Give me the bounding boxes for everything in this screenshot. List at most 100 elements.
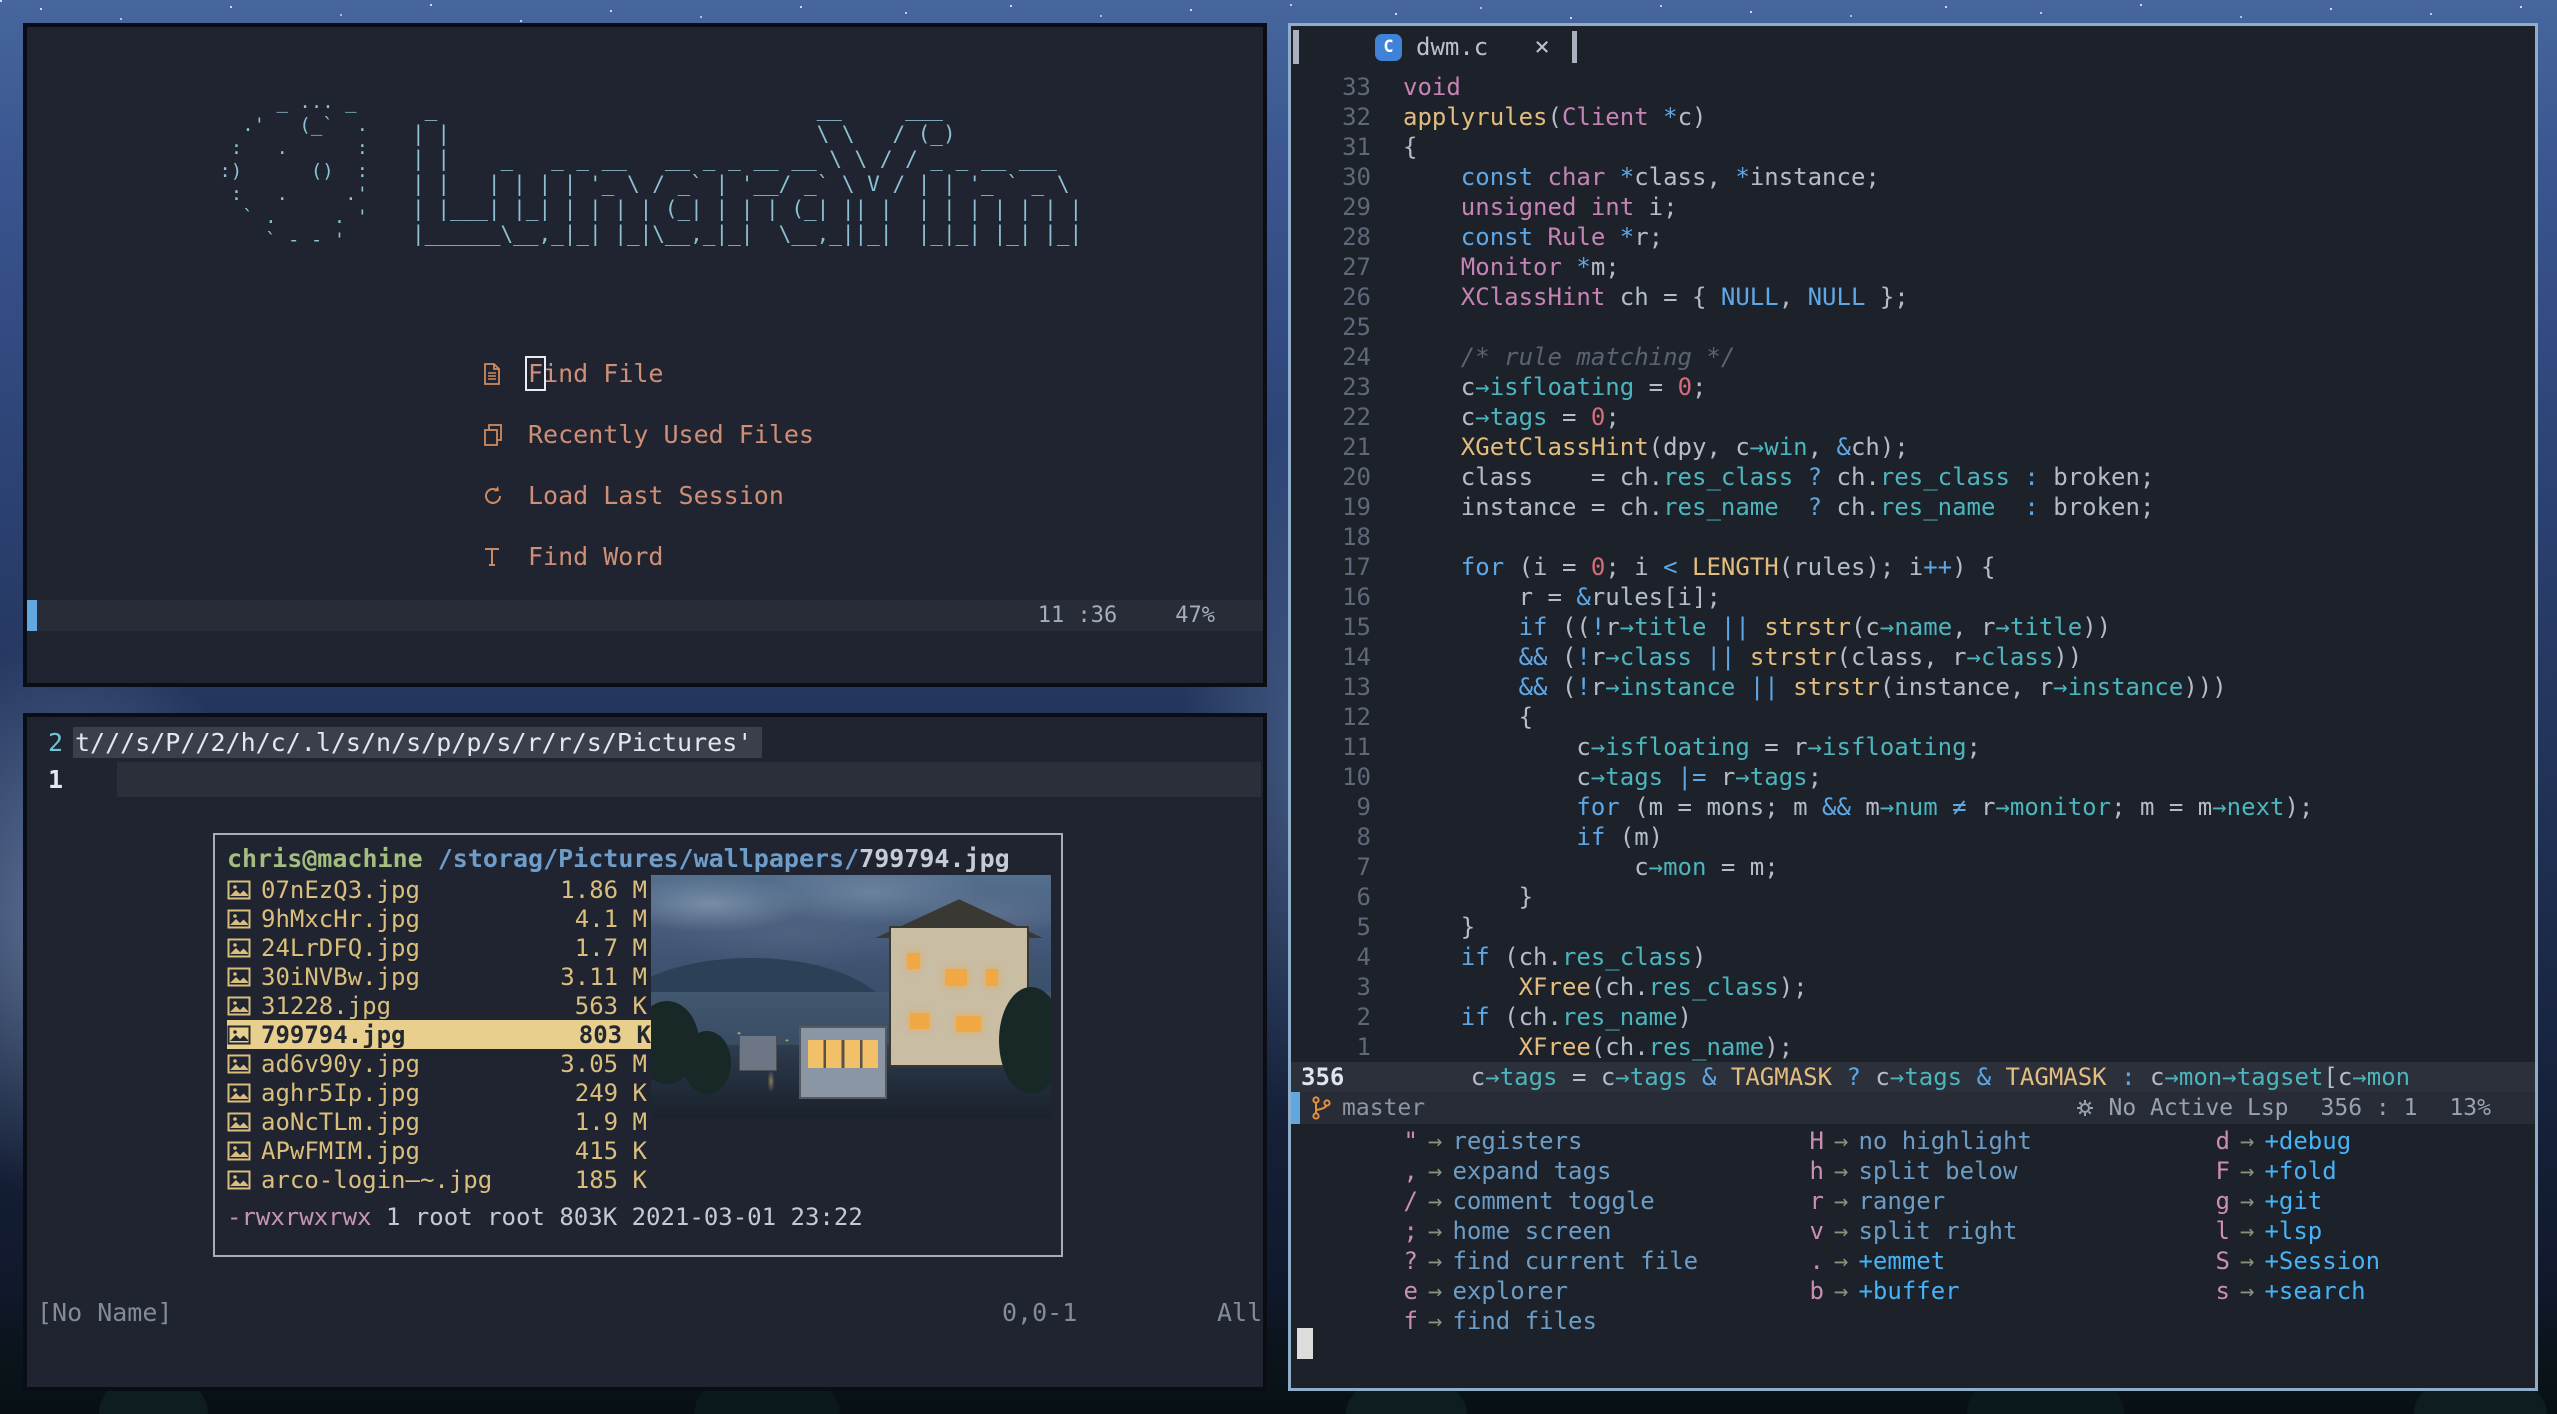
key: ? — [1403, 1247, 1418, 1275]
file-row-selected[interactable]: 799794.jpg 803 K — [227, 1020, 651, 1049]
code-line[interactable]: 9 for (m = mons; m && m→num ≠ r→monitor;… — [1291, 792, 2535, 822]
file-size: 3.11 M — [560, 962, 647, 991]
file-row[interactable]: 30iNVBw.jpg 3.11 M — [227, 962, 647, 991]
arrow-icon: → — [1428, 1157, 1443, 1185]
buffer-line[interactable]: 1 — [27, 762, 1263, 797]
line-number: 21 — [1342, 433, 1371, 461]
file-row[interactable]: 9hMxcHr.jpg 4.1 M — [227, 904, 647, 933]
file-row[interactable]: 31228.jpg 563 K — [227, 991, 647, 1020]
code-line[interactable]: 15 if ((!r→title || strstr(c→name, r→tit… — [1291, 612, 2535, 642]
picture-file-icon — [227, 1083, 261, 1103]
code-line[interactable]: 1 XFree(ch.res_name); — [1291, 1032, 2535, 1062]
code-line[interactable]: 10 c→tags |= r→tags; — [1291, 762, 2535, 792]
code-line[interactable]: 31 { — [1291, 132, 2535, 162]
arrow-icon: → — [1428, 1187, 1443, 1215]
code-line[interactable]: 11 c→isfloating = r→isfloating; — [1291, 732, 2535, 762]
code-line[interactable]: 26 XClassHint ch = { NULL, NULL }; — [1291, 282, 2535, 312]
directory-path: /storag/Pictures/wallpapers/ — [422, 843, 860, 873]
code-text: XClassHint ch = { NULL, NULL }; — [1460, 283, 1909, 311]
code-line[interactable]: 8 if (m) — [1291, 822, 2535, 852]
code-line[interactable]: 12 { — [1291, 702, 2535, 732]
file-row[interactable]: 24LrDFQ.jpg 1.7 M — [227, 933, 647, 962]
code-line[interactable]: 19 instance = ch.res_name ? ch.res_name … — [1291, 492, 2535, 522]
code-text: c→isfloating = r→isfloating; — [1403, 733, 1981, 761]
menu-item-load-last-session[interactable]: Load Last Session — [482, 465, 814, 526]
code-line[interactable]: 6 } — [1291, 882, 2535, 912]
lunarvim-ascii-art: _ __ ___ | | \ \ / (_) | | _ _ _ __ __ _… — [412, 96, 1083, 246]
code-line[interactable]: 28 const Rule *r; — [1291, 222, 2535, 252]
binding-label: no highlight — [1858, 1127, 2032, 1155]
menu-item-find-word[interactable]: Find Word — [482, 526, 814, 587]
file-row[interactable]: arco-login—~.jpg 185 K — [227, 1165, 647, 1194]
which-key-binding: , → expand tags — [1403, 1156, 1698, 1186]
line-number: 20 — [1342, 463, 1371, 491]
code-line[interactable]: 20 class = ch.res_class ? ch.res_class :… — [1291, 462, 2535, 492]
menu-item-recently-used-files[interactable]: Recently Used Files — [482, 404, 814, 465]
key: " — [1403, 1127, 1418, 1155]
which-key-binding: H → no highlight — [1809, 1126, 2032, 1156]
which-key-column: H → no highlight h → split below r → ranger v → spl… — [1809, 1126, 2032, 1306]
file-details: 1 root root 803K 2021-03-01 23:22 — [371, 1203, 863, 1231]
code-text: for (m = mons; m && m→num ≠ r→monitor; m… — [1576, 793, 2314, 821]
preview-cable-car — [799, 1025, 887, 1099]
preview-cable-car-far — [739, 1035, 777, 1072]
line-number: 29 — [1342, 193, 1371, 221]
file-name: aoNcTLm.jpg — [261, 1107, 420, 1136]
line-number: 2 — [1356, 1003, 1371, 1031]
picture-file-icon — [227, 1054, 261, 1074]
code-line[interactable]: 33 void — [1291, 72, 2535, 102]
tab-bar: C dwm.c × — [1291, 26, 2535, 68]
code-line[interactable]: 23 c→isfloating = 0; — [1291, 372, 2535, 402]
code-line[interactable]: 21 XGetClassHint(dpy, c→win, &ch); — [1291, 432, 2535, 462]
buffer-line[interactable]: 2 t///s/P//2/h/c/.l/s/n/s/p/p/s/r/r/s/Pi… — [27, 725, 763, 760]
code-line[interactable]: 30 const char *class, *instance; — [1291, 162, 2535, 192]
which-key-column: " → registers, → expand tags / → comment toggle… — [1403, 1126, 1699, 1336]
key: h — [1809, 1157, 1824, 1185]
code-line[interactable]: 14 && (!r→class || strstr(class, r→class… — [1291, 642, 2535, 672]
code-line[interactable]: 3 XFree(ch.res_class); — [1291, 972, 2535, 1002]
line-number: 6 — [1356, 883, 1371, 911]
code-text: } — [1403, 913, 1476, 941]
binding-label: comment toggle — [1452, 1187, 1655, 1215]
code-text: if ((!r→title || strstr(c→name, r→title)… — [1518, 613, 2112, 641]
code-line[interactable]: 18 — [1291, 522, 2535, 552]
close-icon[interactable]: × — [1534, 32, 1550, 62]
code-line[interactable]: 27 Monitor *m; — [1291, 252, 2535, 282]
file-row[interactable]: aghr5Ip.jpg 249 K — [227, 1078, 647, 1107]
file-name: 9hMxcHr.jpg — [261, 904, 420, 933]
code-line-current[interactable]: 356 c→tags = c→tags & TAGMASK ? c→tags &… — [1291, 1062, 2535, 1092]
code-line[interactable]: 5 } — [1291, 912, 2535, 942]
start-statusbar: 11 :36 47% — [27, 600, 1263, 631]
code-line[interactable]: 2 if (ch.res_name) — [1291, 1002, 2535, 1032]
file-row[interactable]: ad6v90y.jpg 3.05 M — [227, 1049, 647, 1078]
line-number: 14 — [1342, 643, 1371, 671]
binding-label: +debug — [2264, 1127, 2352, 1155]
file-row[interactable]: APwFMIM.jpg 415 K — [227, 1136, 647, 1165]
file-row[interactable]: aoNcTLm.jpg 1.9 M — [227, 1107, 647, 1136]
code-line[interactable]: 25 — [1291, 312, 2535, 342]
code-text: class = ch.res_class ? ch.res_class : br… — [1403, 463, 2155, 491]
which-key-binding: ; → home screen — [1403, 1216, 1698, 1246]
menu-item-label: Load Last Session — [528, 481, 784, 510]
code-line[interactable]: 4 if (ch.res_class) — [1291, 942, 2535, 972]
which-key-binding: d → +debug — [2215, 1126, 2380, 1156]
tab-dwm-c[interactable]: dwm.c — [1416, 33, 1488, 61]
arrow-icon: → — [2240, 1217, 2255, 1245]
code-line[interactable]: 17 for (i = 0; i < LENGTH(rules); i++) { — [1291, 552, 2535, 582]
code-line[interactable]: 24 /* rule matching */ — [1291, 342, 2535, 372]
lunarvim-logo: _ ... _ .' (_` . : . : :) () : : . .' ` … — [27, 91, 1263, 252]
file-row[interactable]: 07nEzQ3.jpg 1.86 M — [227, 875, 647, 904]
code-line[interactable]: 16 r = &rules[i]; — [1291, 582, 2535, 612]
picture-file-icon — [227, 967, 261, 987]
code-line[interactable]: 13 && (!r→instance || strstr(instance, r… — [1291, 672, 2535, 702]
statusbar-accent-bar — [1291, 1092, 1300, 1124]
code-line[interactable]: 29 unsigned int i; — [1291, 192, 2535, 222]
which-key-binding: b → +buffer — [1809, 1276, 2032, 1306]
which-key-binding: S → +Session — [2215, 1246, 2381, 1276]
menu-item-find-file[interactable]: Find File — [482, 343, 814, 404]
code-line[interactable]: 22 c→tags = 0; — [1291, 402, 2535, 432]
code-line[interactable]: 7 c→mon = m; — [1291, 852, 2535, 882]
code-line[interactable]: 32 applyrules(Client *c) — [1291, 102, 2535, 132]
code-text: applyrules(Client *c) — [1403, 103, 1707, 131]
arrow-icon: → — [1834, 1247, 1849, 1275]
